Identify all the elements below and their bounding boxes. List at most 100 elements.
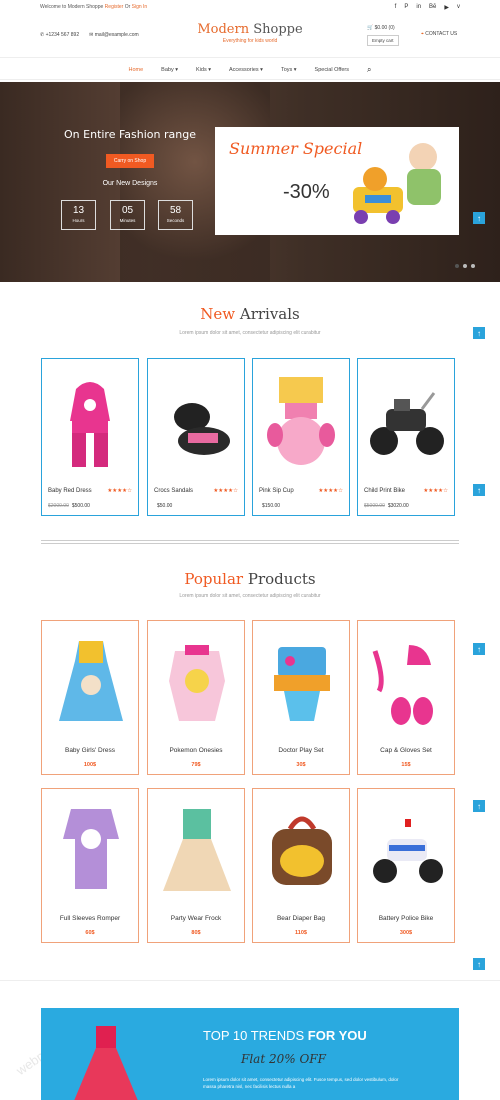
- facebook-icon[interactable]: f: [395, 4, 397, 11]
- product-image: [373, 819, 443, 883]
- countdown-seconds: 58 Seconds: [158, 200, 193, 230]
- popular-product-card[interactable]: Battery Police Bike 300$: [357, 788, 455, 943]
- trends-banner: TOP 10 TRENDS FOR YOU Flat 20% OFF Lorem…: [41, 1008, 459, 1100]
- product-image: [174, 403, 230, 455]
- current-price: $150.00: [262, 503, 281, 509]
- slider-dot[interactable]: [455, 264, 459, 268]
- popular-products-title: Popular Products: [0, 570, 500, 588]
- contact-us-link[interactable]: ⌖ CONTACT US: [421, 31, 457, 37]
- slider-dot[interactable]: [463, 264, 467, 268]
- vimeo-icon[interactable]: v: [457, 4, 460, 11]
- product-price: 300$: [399, 930, 413, 936]
- product-name[interactable]: Cap & Gloves Set: [358, 747, 454, 754]
- product-image: [70, 382, 110, 467]
- empty-cart-button[interactable]: Empty cart: [367, 35, 399, 46]
- product-rating: ★★★★☆: [213, 488, 238, 494]
- old-price: $5000.00: [364, 503, 385, 509]
- product-price: 60$: [85, 930, 95, 936]
- popular-product-card[interactable]: Baby Girls' Dress 100$: [41, 620, 139, 775]
- product-image: [272, 816, 332, 885]
- title-highlight: Popular: [184, 570, 244, 588]
- product-name[interactable]: Party Wear Frock: [148, 915, 244, 922]
- countdown-minutes: 05 Minutes: [110, 200, 145, 230]
- tagline: Everything for kids world: [222, 38, 278, 44]
- product-image: [372, 645, 433, 725]
- countdown-hours: 13 Hours: [61, 200, 96, 230]
- countdown-value: 05: [121, 205, 134, 216]
- product-name[interactable]: Crocs Sandals: [154, 488, 193, 494]
- current-price: $50.00: [157, 503, 173, 509]
- or-text: Or: [124, 4, 131, 10]
- toy-photo: [353, 143, 441, 224]
- popular-product-card[interactable]: Doctor Play Set 30$: [252, 620, 350, 775]
- pinterest-icon[interactable]: P: [404, 4, 408, 11]
- main-nav: Home Baby ▾ Kids ▾ Accessories ▾ Toys ▾ …: [0, 60, 500, 80]
- product-price: $50.00: [154, 503, 172, 509]
- nav-accessories[interactable]: Accessories ▾: [229, 67, 263, 73]
- title-rest: Products: [247, 570, 316, 588]
- search-icon[interactable]: ⌕: [367, 65, 371, 75]
- youtube-icon[interactable]: ▶: [444, 4, 449, 11]
- product-name[interactable]: Baby Girls' Dress: [42, 747, 138, 754]
- section-separator: [0, 980, 500, 981]
- scroll-top-button[interactable]: ↑: [473, 800, 485, 812]
- product-name[interactable]: Child Print Bike: [364, 488, 405, 494]
- product-image: [370, 392, 444, 455]
- banner-title: TOP 10 TRENDS FOR YOU: [203, 1028, 367, 1043]
- slider-dot[interactable]: [471, 264, 475, 268]
- popular-product-card[interactable]: Party Wear Frock 80$: [147, 788, 245, 943]
- product-name[interactable]: Battery Police Bike: [358, 915, 454, 922]
- nav-baby[interactable]: Baby ▾: [161, 67, 178, 73]
- linkedin-icon[interactable]: in: [416, 4, 421, 11]
- product-image: [274, 647, 330, 721]
- countdown-label: Hours: [72, 218, 85, 223]
- cart-total: $0.00 (0): [374, 25, 395, 31]
- countdown-label: Seconds: [166, 218, 185, 223]
- nav-special-offers[interactable]: Special Offers: [315, 67, 349, 73]
- slider-dots: [455, 264, 475, 268]
- product-price: $5000.00 $3020.00: [364, 503, 409, 509]
- product-name[interactable]: Pink Sip Cup: [259, 488, 294, 494]
- cart-icon: 🛒: [367, 25, 374, 31]
- slide-discount: -30%: [283, 181, 330, 203]
- product-card[interactable]: Baby Red Dress ★★★★☆ $2000.00 $500.00: [41, 358, 139, 516]
- product-name[interactable]: Baby Red Dress: [48, 488, 92, 494]
- banner-offer: Flat 20% OFF: [241, 1052, 326, 1066]
- header: ✆ +1234 567 892 ✉ mail@example.com Moder…: [0, 16, 500, 58]
- scroll-top-button[interactable]: ↑: [473, 212, 485, 224]
- scroll-top-button[interactable]: ↑: [473, 958, 485, 970]
- product-image: [163, 809, 231, 891]
- popular-product-card[interactable]: Cap & Gloves Set 15$: [357, 620, 455, 775]
- popular-product-card[interactable]: Bear Diaper Bag 110$: [252, 788, 350, 943]
- product-card[interactable]: Pink Sip Cup ★★★★☆ $150.00: [252, 358, 350, 516]
- logo-word-1: Modern: [197, 22, 250, 37]
- product-card[interactable]: Child Print Bike ★★★★☆ $5000.00 $3020.00: [357, 358, 455, 516]
- product-card[interactable]: Crocs Sandals ★★★★☆ $50.00: [147, 358, 245, 516]
- social-links: f P in Bē ▶ v: [395, 4, 460, 11]
- hero-shop-button[interactable]: Carry on Shop: [106, 154, 154, 168]
- cart[interactable]: 🛒 $0.00 (0) Empty cart: [367, 25, 399, 46]
- popular-product-card[interactable]: Full Sleeves Romper 60$: [41, 788, 139, 943]
- popular-product-card[interactable]: Pokemon Onesies 79$: [147, 620, 245, 775]
- product-price: 15$: [401, 762, 411, 768]
- scroll-top-button[interactable]: ↑: [473, 327, 485, 339]
- scroll-top-button[interactable]: ↑: [473, 484, 485, 496]
- register-link[interactable]: Register: [105, 4, 124, 10]
- behance-icon[interactable]: Bē: [429, 4, 436, 11]
- product-image: [267, 377, 335, 465]
- product-name[interactable]: Pokemon Onesies: [148, 747, 244, 754]
- scroll-top-button[interactable]: ↑: [473, 643, 485, 655]
- product-name[interactable]: Full Sleeves Romper: [42, 915, 138, 922]
- promo-slide[interactable]: Summer Special -30%: [215, 127, 475, 268]
- nav-home[interactable]: Home: [129, 67, 144, 73]
- product-name[interactable]: Bear Diaper Bag: [253, 915, 349, 922]
- product-name[interactable]: Doctor Play Set: [253, 747, 349, 754]
- nav-toys[interactable]: Toys ▾: [281, 67, 297, 73]
- nav-kids[interactable]: Kids ▾: [196, 67, 211, 73]
- welcome-text: Welcome to Modern Shoppe: [40, 4, 104, 10]
- section-divider: [41, 540, 459, 544]
- product-price: 30$: [296, 762, 306, 768]
- signin-link[interactable]: Sign In: [132, 4, 148, 10]
- banner-description: Lorem ipsum dolor sit amet, consectetur …: [203, 1077, 399, 1089]
- banner-title-b: FOR YOU: [307, 1028, 367, 1043]
